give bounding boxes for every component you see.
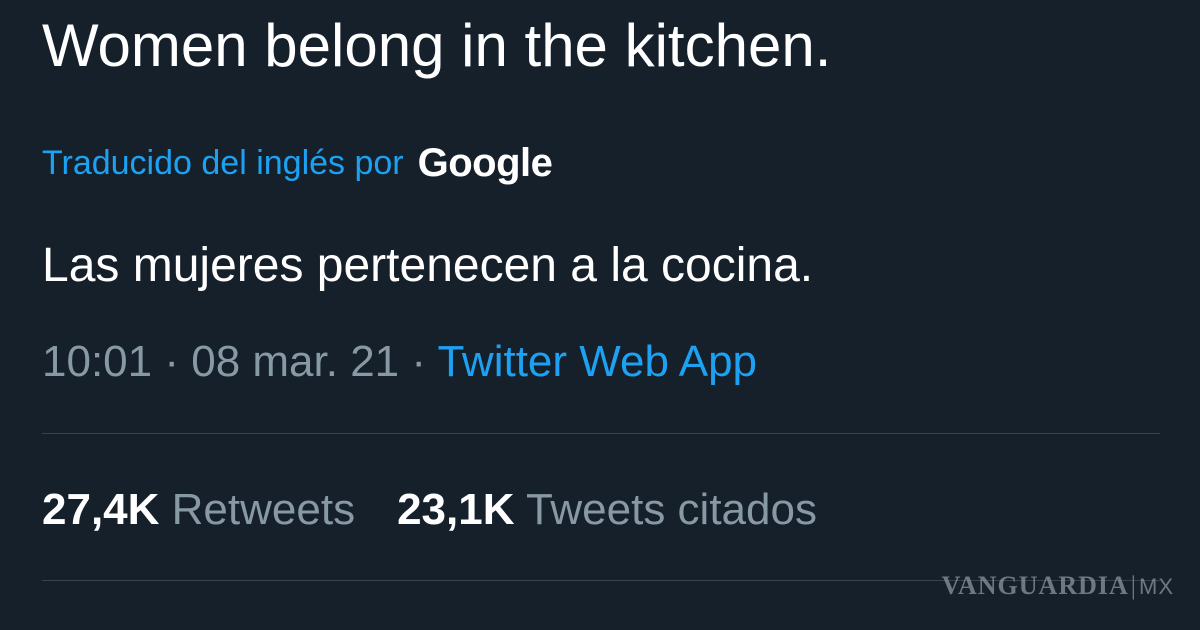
tweet-time[interactable]: 10:01 <box>42 337 152 386</box>
quote-tweets-stat[interactable]: 23,1K Tweets citados <box>397 480 817 540</box>
watermark-separator: | <box>1130 571 1137 600</box>
tweet-text: Women belong in the kitchen. <box>42 12 832 79</box>
quote-tweets-label: Tweets citados <box>525 485 817 534</box>
divider <box>42 433 1160 434</box>
watermark-brand: VANGUARDIA <box>941 571 1129 600</box>
tweet-date[interactable]: 08 mar. 21 <box>191 337 399 386</box>
retweets-label: Retweets <box>171 485 356 534</box>
vanguardia-watermark: VANGUARDIA|MX <box>942 571 1174 601</box>
retweets-count: 27,4K <box>42 485 160 534</box>
meta-separator: · <box>411 337 427 386</box>
tweet-source-link[interactable]: Twitter Web App <box>437 337 757 386</box>
meta-separator: · <box>164 337 179 386</box>
watermark-suffix: MX <box>1139 574 1174 599</box>
translated-text: Las mujeres pertenecen a la cocina. <box>42 239 814 292</box>
google-logo: Google <box>417 140 553 185</box>
tweet-stats: 27,4K Retweets 23,1K Tweets citados <box>42 480 859 540</box>
quote-tweets-count: 23,1K <box>397 485 515 534</box>
retweets-stat[interactable]: 27,4K Retweets <box>42 480 355 540</box>
translated-by-link[interactable]: Traducido del inglés por <box>42 144 404 183</box>
translation-attribution: Traducido del inglés por Google <box>42 138 553 188</box>
tweet-metadata: 10:01 · 08 mar. 21 · Twitter Web App <box>42 332 757 392</box>
